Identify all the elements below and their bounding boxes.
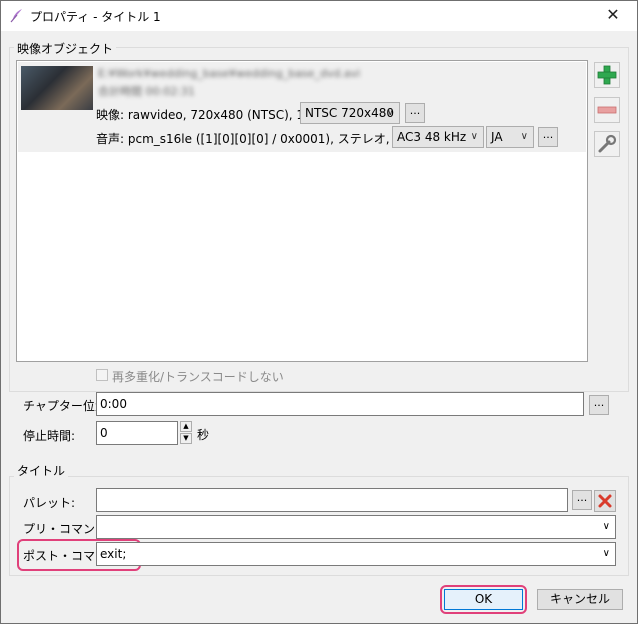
- palette-label: パレット:: [23, 496, 76, 510]
- plus-icon: [597, 65, 617, 85]
- stop-time-up-arrow[interactable]: ▲: [180, 421, 192, 432]
- minus-icon: [597, 106, 617, 114]
- audio-format-select[interactable]: AC3 48 kHz ∨: [392, 126, 484, 148]
- add-object-button[interactable]: [594, 62, 620, 88]
- video-format-value: NTSC 720x480: [305, 106, 395, 120]
- chevron-down-icon: ∨: [386, 107, 394, 118]
- chapter-position-value: 0:00: [100, 397, 127, 411]
- palette-delete-button[interactable]: [594, 490, 616, 512]
- window-title: プロパティ - タイトル 1: [30, 10, 161, 24]
- stop-time-input[interactable]: 0: [96, 421, 178, 445]
- chevron-down-icon: ∨: [520, 131, 528, 142]
- object-settings-button[interactable]: [594, 131, 620, 157]
- video-path: E:¥Work¥wedding_base¥wedding_base_dvd.av…: [98, 67, 361, 80]
- stop-time-value: 0: [100, 426, 108, 440]
- wrench-icon: [598, 134, 617, 153]
- pre-command-combo[interactable]: ∨: [96, 515, 616, 539]
- video-duration: 合計時間 00:02:31: [98, 85, 195, 98]
- audio-format-value: AC3 48 kHz: [397, 130, 467, 144]
- chapter-position-input[interactable]: 0:00: [96, 392, 584, 416]
- title-group-label: タイトル: [14, 462, 69, 479]
- stop-time-unit: 秒: [197, 428, 210, 442]
- video-object-list[interactable]: E:¥Work¥wedding_base¥wedding_base_dvd.av…: [16, 60, 588, 362]
- audio-options-button[interactable]: ...: [538, 127, 558, 147]
- stop-time-down-arrow[interactable]: ▼: [180, 433, 192, 444]
- chapter-options-button[interactable]: ...: [589, 395, 609, 415]
- chevron-down-icon: ∨: [602, 548, 610, 559]
- no-remux-label: 再多重化/トランスコードしない: [112, 370, 284, 384]
- stop-time-label: 停止時間:: [23, 429, 76, 443]
- chevron-down-icon: ∨: [470, 131, 478, 142]
- feather-icon: [10, 9, 22, 23]
- no-remux-checkbox[interactable]: [96, 369, 108, 381]
- video-format-select[interactable]: NTSC 720x480 ∨: [300, 102, 400, 124]
- audio-language-select[interactable]: JA ∨: [486, 126, 534, 148]
- cancel-button[interactable]: キャンセル: [537, 589, 623, 610]
- close-icon[interactable]: ✕: [596, 2, 630, 28]
- video-object-item[interactable]: E:¥Work¥wedding_base¥wedding_base_dvd.av…: [18, 62, 586, 152]
- palette-options-button[interactable]: ...: [572, 490, 592, 510]
- post-command-value: exit;: [100, 547, 127, 561]
- palette-input[interactable]: [96, 488, 568, 512]
- post-command-combo[interactable]: exit; ∨: [96, 542, 616, 566]
- remove-object-button[interactable]: [594, 97, 620, 123]
- video-options-button[interactable]: ...: [405, 103, 425, 123]
- video-objects-group-label: 映像オブジェクト: [14, 40, 117, 57]
- ok-button[interactable]: OK: [444, 589, 523, 610]
- video-thumbnail: [21, 66, 93, 110]
- audio-language-value: JA: [491, 130, 503, 144]
- video-info: 映像: rawvideo, 720x480 (NTSC), 1:1.50: [96, 108, 335, 122]
- delete-x-icon: [598, 494, 612, 508]
- chevron-down-icon: ∨: [602, 521, 610, 532]
